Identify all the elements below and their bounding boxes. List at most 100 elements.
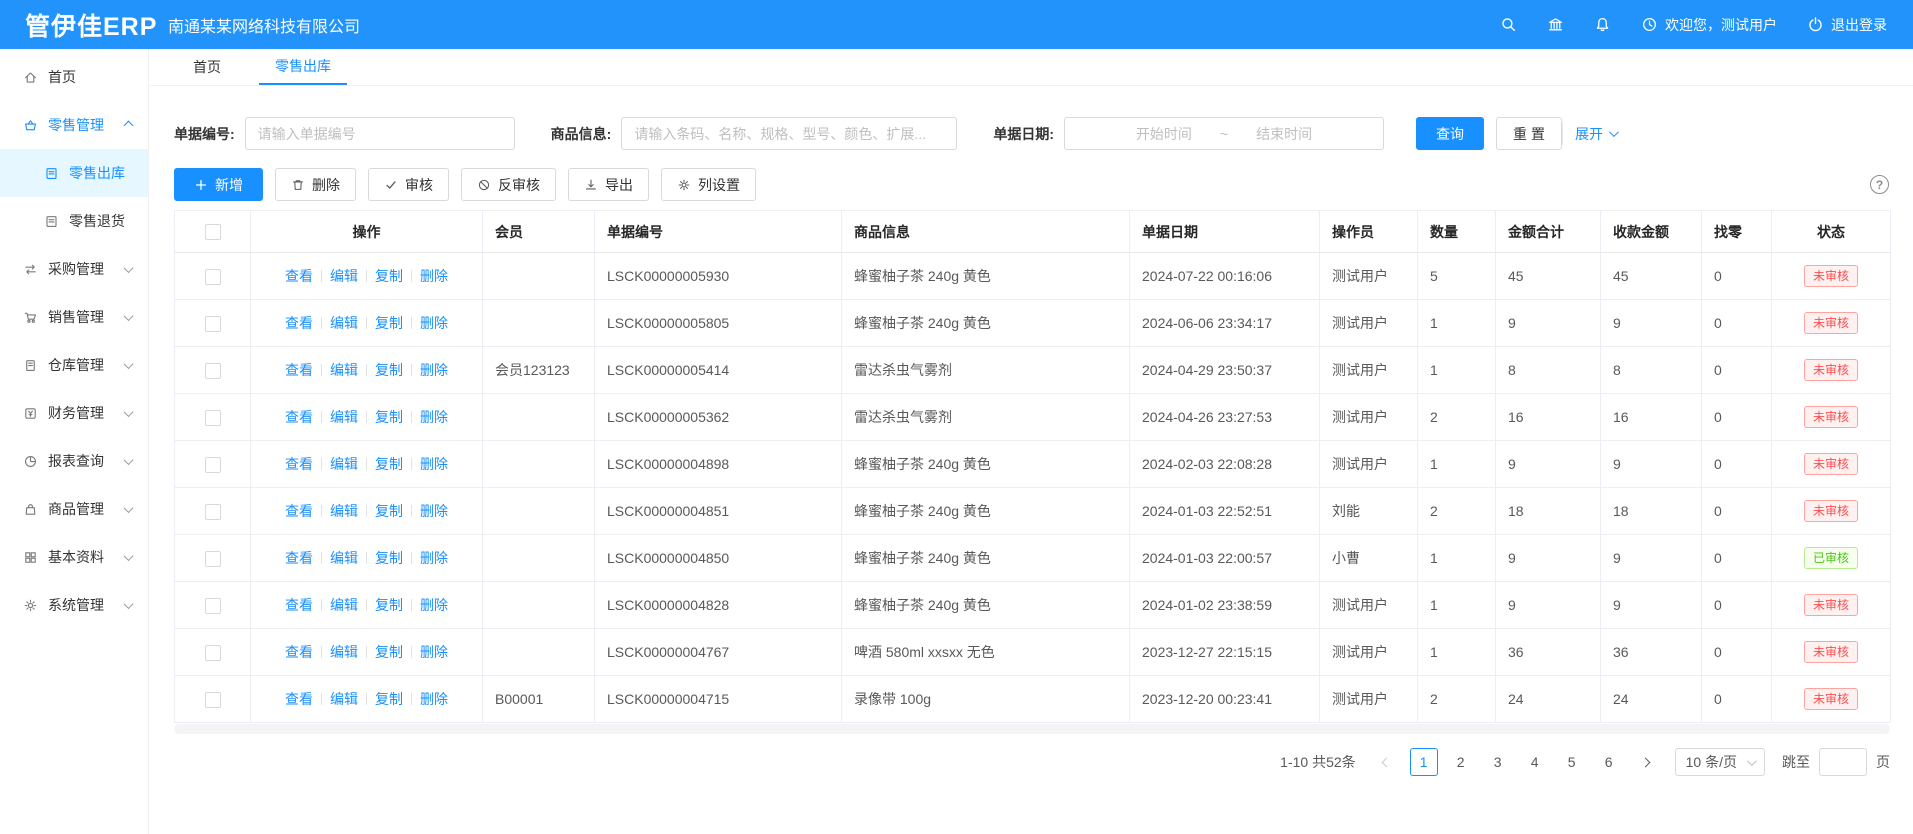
view-link[interactable]: 查看 [285, 268, 313, 284]
export-button[interactable]: 导出 [568, 168, 649, 201]
sidebar-item-basic[interactable]: 基本资料 [0, 533, 148, 581]
row-checkbox[interactable] [205, 363, 221, 379]
copy-link[interactable]: 复制 [375, 362, 403, 378]
copy-link[interactable]: 复制 [375, 644, 403, 660]
delete-link[interactable]: 删除 [420, 268, 448, 284]
delete-link[interactable]: 删除 [420, 503, 448, 519]
page-button-4[interactable]: 4 [1521, 748, 1549, 776]
search-button[interactable]: 查询 [1416, 117, 1484, 150]
audit-button[interactable]: 审核 [368, 168, 449, 201]
copy-link[interactable]: 复制 [375, 456, 403, 472]
cart-icon [23, 310, 38, 325]
page-size-select[interactable]: 10 条/页 [1675, 748, 1765, 776]
columns-label: 列设置 [698, 175, 740, 195]
row-checkbox[interactable] [205, 692, 221, 708]
date-range-input[interactable]: 开始时间 ~ 结束时间 [1064, 117, 1384, 150]
edit-link[interactable]: 编辑 [330, 503, 358, 519]
unaudit-button[interactable]: 反审核 [461, 168, 556, 201]
sidebar-item-purchase[interactable]: 采购管理 [0, 245, 148, 293]
view-link[interactable]: 查看 [285, 644, 313, 660]
sidebar-item-goods[interactable]: 商品管理 [0, 485, 148, 533]
view-link[interactable]: 查看 [285, 503, 313, 519]
horizontal-scrollbar[interactable] [174, 724, 1890, 734]
bell-icon[interactable] [1594, 16, 1611, 33]
view-link[interactable]: 查看 [285, 597, 313, 613]
tab-retail-out[interactable]: 零售出库 [259, 49, 347, 85]
view-link[interactable]: 查看 [285, 456, 313, 472]
delete-link[interactable]: 删除 [420, 409, 448, 425]
delete-link[interactable]: 删除 [420, 315, 448, 331]
row-checkbox[interactable] [205, 457, 221, 473]
cell-member [483, 441, 595, 488]
view-link[interactable]: 查看 [285, 550, 313, 566]
jump-label: 跳至 [1782, 752, 1810, 772]
copy-link[interactable]: 复制 [375, 315, 403, 331]
view-link[interactable]: 查看 [285, 362, 313, 378]
row-checkbox[interactable] [205, 504, 221, 520]
chevron-down-icon [124, 455, 134, 465]
search-icon[interactable] [1500, 16, 1517, 33]
sidebar-item-retail-out[interactable]: 零售出库 [0, 149, 148, 197]
edit-link[interactable]: 编辑 [330, 456, 358, 472]
building-icon[interactable] [1547, 16, 1564, 33]
edit-link[interactable]: 编辑 [330, 409, 358, 425]
copy-link[interactable]: 复制 [375, 597, 403, 613]
cell-date: 2024-01-02 23:38:59 [1130, 582, 1320, 629]
sidebar-item-warehouse[interactable]: 仓库管理 [0, 341, 148, 389]
delete-link[interactable]: 删除 [420, 691, 448, 707]
sidebar-item-finance[interactable]: 财务管理 [0, 389, 148, 437]
delete-link[interactable]: 删除 [420, 550, 448, 566]
tab-home[interactable]: 首页 [177, 49, 237, 85]
delete-button[interactable]: 删除 [275, 168, 356, 201]
edit-link[interactable]: 编辑 [330, 691, 358, 707]
sidebar-item-retail[interactable]: 零售管理 [0, 101, 148, 149]
reset-button[interactable]: 重置 [1496, 117, 1562, 150]
page-button-6[interactable]: 6 [1595, 748, 1623, 776]
row-checkbox[interactable] [205, 316, 221, 332]
sidebar-item-sales[interactable]: 销售管理 [0, 293, 148, 341]
delete-link[interactable]: 删除 [420, 644, 448, 660]
copy-link[interactable]: 复制 [375, 691, 403, 707]
view-link[interactable]: 查看 [285, 691, 313, 707]
view-link[interactable]: 查看 [285, 315, 313, 331]
edit-link[interactable]: 编辑 [330, 550, 358, 566]
sidebar-item-home[interactable]: 首页 [0, 53, 148, 101]
page-button-2[interactable]: 2 [1447, 748, 1475, 776]
sidebar-item-report[interactable]: 报表查询 [0, 437, 148, 485]
copy-link[interactable]: 复制 [375, 503, 403, 519]
help-icon[interactable]: ? [1870, 175, 1889, 194]
copy-link[interactable]: 复制 [375, 409, 403, 425]
edit-link[interactable]: 编辑 [330, 315, 358, 331]
logout-button[interactable]: 退出登录 [1807, 15, 1887, 35]
delete-link[interactable]: 删除 [420, 597, 448, 613]
jump-page-input[interactable] [1819, 748, 1867, 776]
page-button-1[interactable]: 1 [1410, 748, 1438, 776]
row-checkbox[interactable] [205, 645, 221, 661]
prev-page-button[interactable] [1373, 748, 1401, 776]
page-button-3[interactable]: 3 [1484, 748, 1512, 776]
row-checkbox[interactable] [205, 598, 221, 614]
row-checkbox[interactable] [205, 269, 221, 285]
row-checkbox[interactable] [205, 410, 221, 426]
page-button-5[interactable]: 5 [1558, 748, 1586, 776]
table-row: 查看编辑复制删除 LSCK00000004850 蜂蜜柚子茶 240g 黄色 2… [175, 535, 1891, 582]
code-input[interactable] [245, 117, 515, 150]
add-button[interactable]: 新增 [174, 168, 263, 201]
row-checkbox[interactable] [205, 551, 221, 567]
sidebar-item-system[interactable]: 系统管理 [0, 581, 148, 629]
edit-link[interactable]: 编辑 [330, 362, 358, 378]
view-link[interactable]: 查看 [285, 409, 313, 425]
select-all-checkbox[interactable] [205, 224, 221, 240]
column-settings-button[interactable]: 列设置 [661, 168, 756, 201]
edit-link[interactable]: 编辑 [330, 644, 358, 660]
edit-link[interactable]: 编辑 [330, 268, 358, 284]
product-input[interactable] [621, 117, 957, 150]
copy-link[interactable]: 复制 [375, 268, 403, 284]
delete-link[interactable]: 删除 [420, 456, 448, 472]
edit-link[interactable]: 编辑 [330, 597, 358, 613]
copy-link[interactable]: 复制 [375, 550, 403, 566]
delete-link[interactable]: 删除 [420, 362, 448, 378]
next-page-button[interactable] [1632, 748, 1660, 776]
sidebar-item-retail-return[interactable]: 零售退货 [0, 197, 148, 245]
expand-link[interactable]: 展开 [1575, 124, 1616, 144]
